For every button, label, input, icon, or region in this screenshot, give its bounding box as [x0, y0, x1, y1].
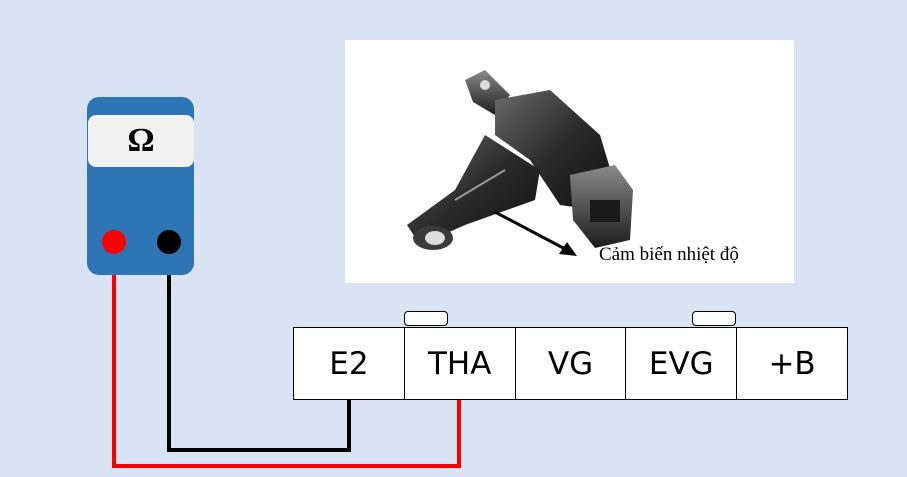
- pin-tha: THA: [403, 327, 516, 400]
- pin-evg: EVG: [625, 327, 738, 400]
- connector-latch-right: [692, 311, 736, 326]
- ohmmeter-display: Ω: [88, 115, 194, 167]
- ohm-symbol: Ω: [127, 122, 155, 159]
- pin-vg: VG: [514, 327, 627, 400]
- connector-latch-left: [404, 311, 448, 326]
- pin-e2: E2: [293, 327, 405, 400]
- temperature-sensor-caption: Cảm biến nhiệt độ: [599, 244, 739, 265]
- sensor-connector: E2 THA VG EVG +B: [293, 327, 848, 400]
- pin-plus-b: +B: [736, 327, 848, 400]
